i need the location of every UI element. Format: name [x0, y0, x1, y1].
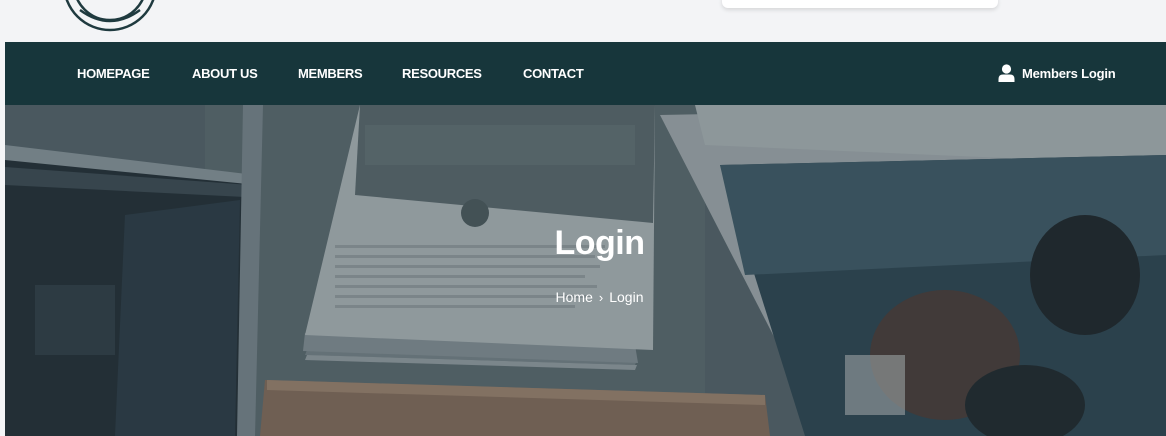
user-icon	[998, 64, 1015, 82]
members-login-link[interactable]: Members Login	[998, 62, 1116, 84]
nav-item-about-us[interactable]: ABOUT US	[192, 66, 258, 81]
site-logo[interactable]	[58, 0, 162, 42]
search-box[interactable]	[722, 0, 998, 8]
breadcrumb-home-link[interactable]: Home	[556, 288, 593, 306]
breadcrumb-separator-icon: ›	[598, 290, 604, 305]
page-title: Login	[554, 224, 645, 262]
hero-banner: Login Home › Login	[5, 105, 1166, 436]
breadcrumb: Home › Login	[5, 288, 1166, 307]
nav-item-resources[interactable]: RESOURCES	[402, 66, 482, 81]
nav-item-contact[interactable]: CONTACT	[523, 66, 584, 81]
members-login-label: Members Login	[1022, 65, 1116, 81]
top-header	[0, 0, 1166, 42]
nav-item-homepage[interactable]: HOMEPAGE	[77, 66, 150, 81]
page: HOMEPAGE ABOUT US MEMBERS RESOURCES CONT…	[0, 0, 1166, 436]
breadcrumb-current: Login	[609, 289, 644, 305]
nav-item-members[interactable]: MEMBERS	[298, 66, 363, 81]
hero-background-image	[5, 105, 1166, 436]
main-navigation: HOMEPAGE ABOUT US MEMBERS RESOURCES CONT…	[5, 42, 1166, 105]
